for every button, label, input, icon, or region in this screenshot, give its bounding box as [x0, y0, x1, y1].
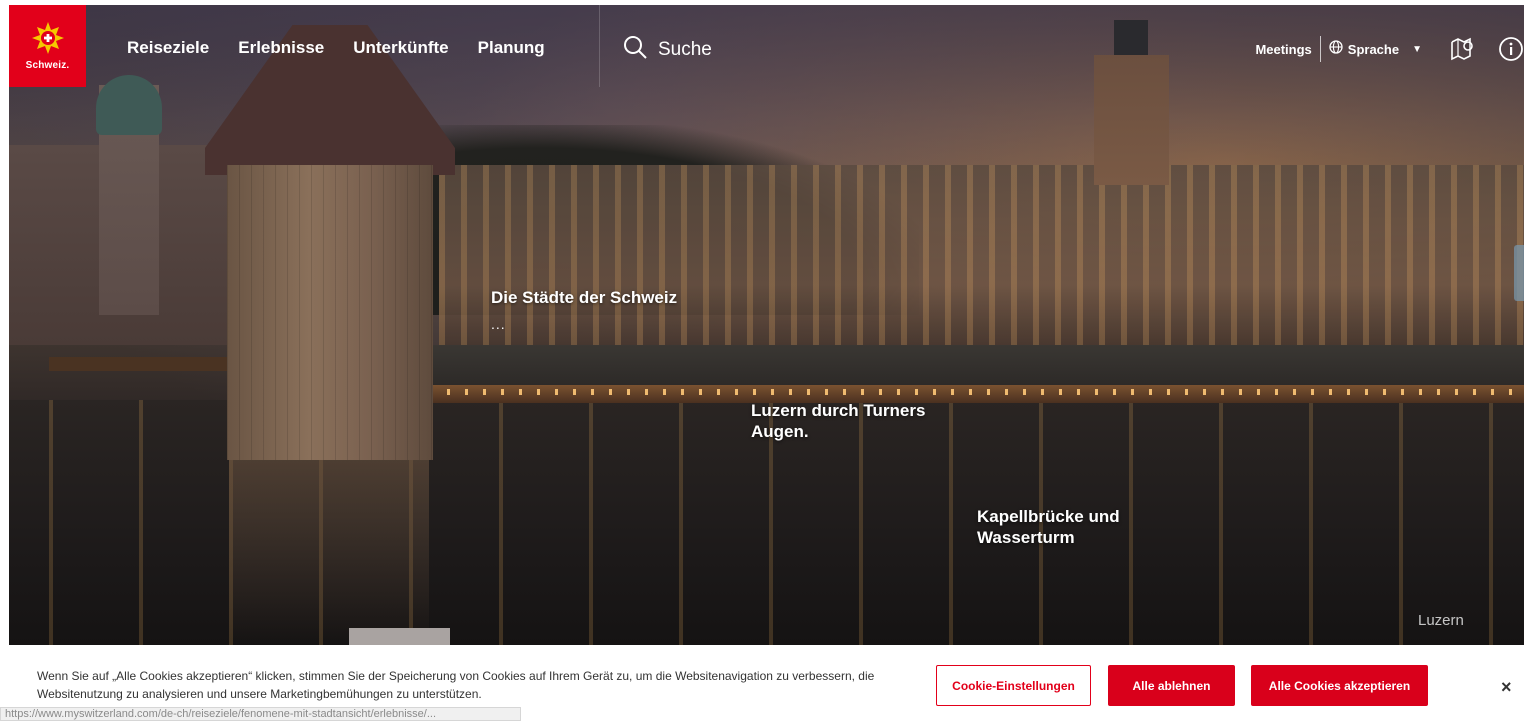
divider [1319, 36, 1321, 62]
reject-all-button[interactable]: Alle ablehnen [1108, 665, 1235, 706]
nav-divider [599, 5, 600, 87]
hotspot-kapellbruecke[interactable]: Kapellbrücke und Wasserturm [977, 506, 1177, 548]
left-bridge [49, 357, 239, 371]
nav-item-unterkuenfte[interactable]: Unterkünfte [353, 38, 448, 58]
nav-item-erlebnisse[interactable]: Erlebnisse [238, 38, 324, 58]
hero-image [9, 5, 1524, 645]
swiss-star-flower-icon [31, 21, 64, 54]
close-icon[interactable]: × [1501, 677, 1512, 698]
globe-icon [1329, 39, 1343, 59]
location-caption: Luzern [1418, 612, 1464, 629]
search-button[interactable]: Suche [623, 35, 712, 64]
chevron-down-icon: ▼ [1412, 43, 1422, 55]
side-feedback-tab[interactable] [1514, 245, 1524, 301]
meetings-link[interactable]: Meetings [1255, 42, 1311, 57]
info-icon[interactable] [1498, 36, 1524, 62]
search-icon [623, 35, 647, 64]
logo[interactable]: Schweiz. [9, 5, 86, 87]
tower-reflection [229, 460, 429, 645]
nav-item-planung[interactable]: Planung [478, 38, 545, 58]
hotspot-staedte[interactable]: Die Städte der Schweiz [491, 287, 677, 308]
status-bar-url: https://www.myswitzerland.com/de-ch/reis… [0, 707, 521, 721]
thumbnail-preview [349, 628, 450, 645]
cookie-notice-text: Wenn Sie auf „Alle Cookies akzeptieren“ … [37, 669, 875, 701]
old-town-buildings [439, 165, 1524, 365]
logo-text: Schweiz. [25, 59, 70, 71]
main-nav: Reiseziele Erlebnisse Unterkünfte Planun… [127, 38, 574, 58]
hotspot-turner[interactable]: Luzern durch Turners Augen. [751, 400, 981, 442]
top-navigation: Schweiz. Reiseziele Erlebnisse Unterkünf… [9, 5, 1524, 87]
language-label: Sprache [1347, 41, 1400, 57]
search-label: Suche [658, 38, 712, 60]
hotspot-more: ... [491, 316, 506, 332]
cookie-settings-button[interactable]: Cookie-Einstellungen [936, 665, 1091, 706]
nav-item-reiseziele[interactable]: Reiseziele [127, 38, 209, 58]
water-tower [227, 165, 433, 460]
language-selector[interactable]: Sprache ▼ [1329, 39, 1422, 59]
bridge-lights [429, 389, 1524, 395]
map-pin-icon[interactable] [1450, 36, 1476, 62]
top-right-tools: Meetings Sprache ▼ [1255, 35, 1524, 63]
accept-all-button[interactable]: Alle Cookies akzeptieren [1251, 665, 1428, 706]
